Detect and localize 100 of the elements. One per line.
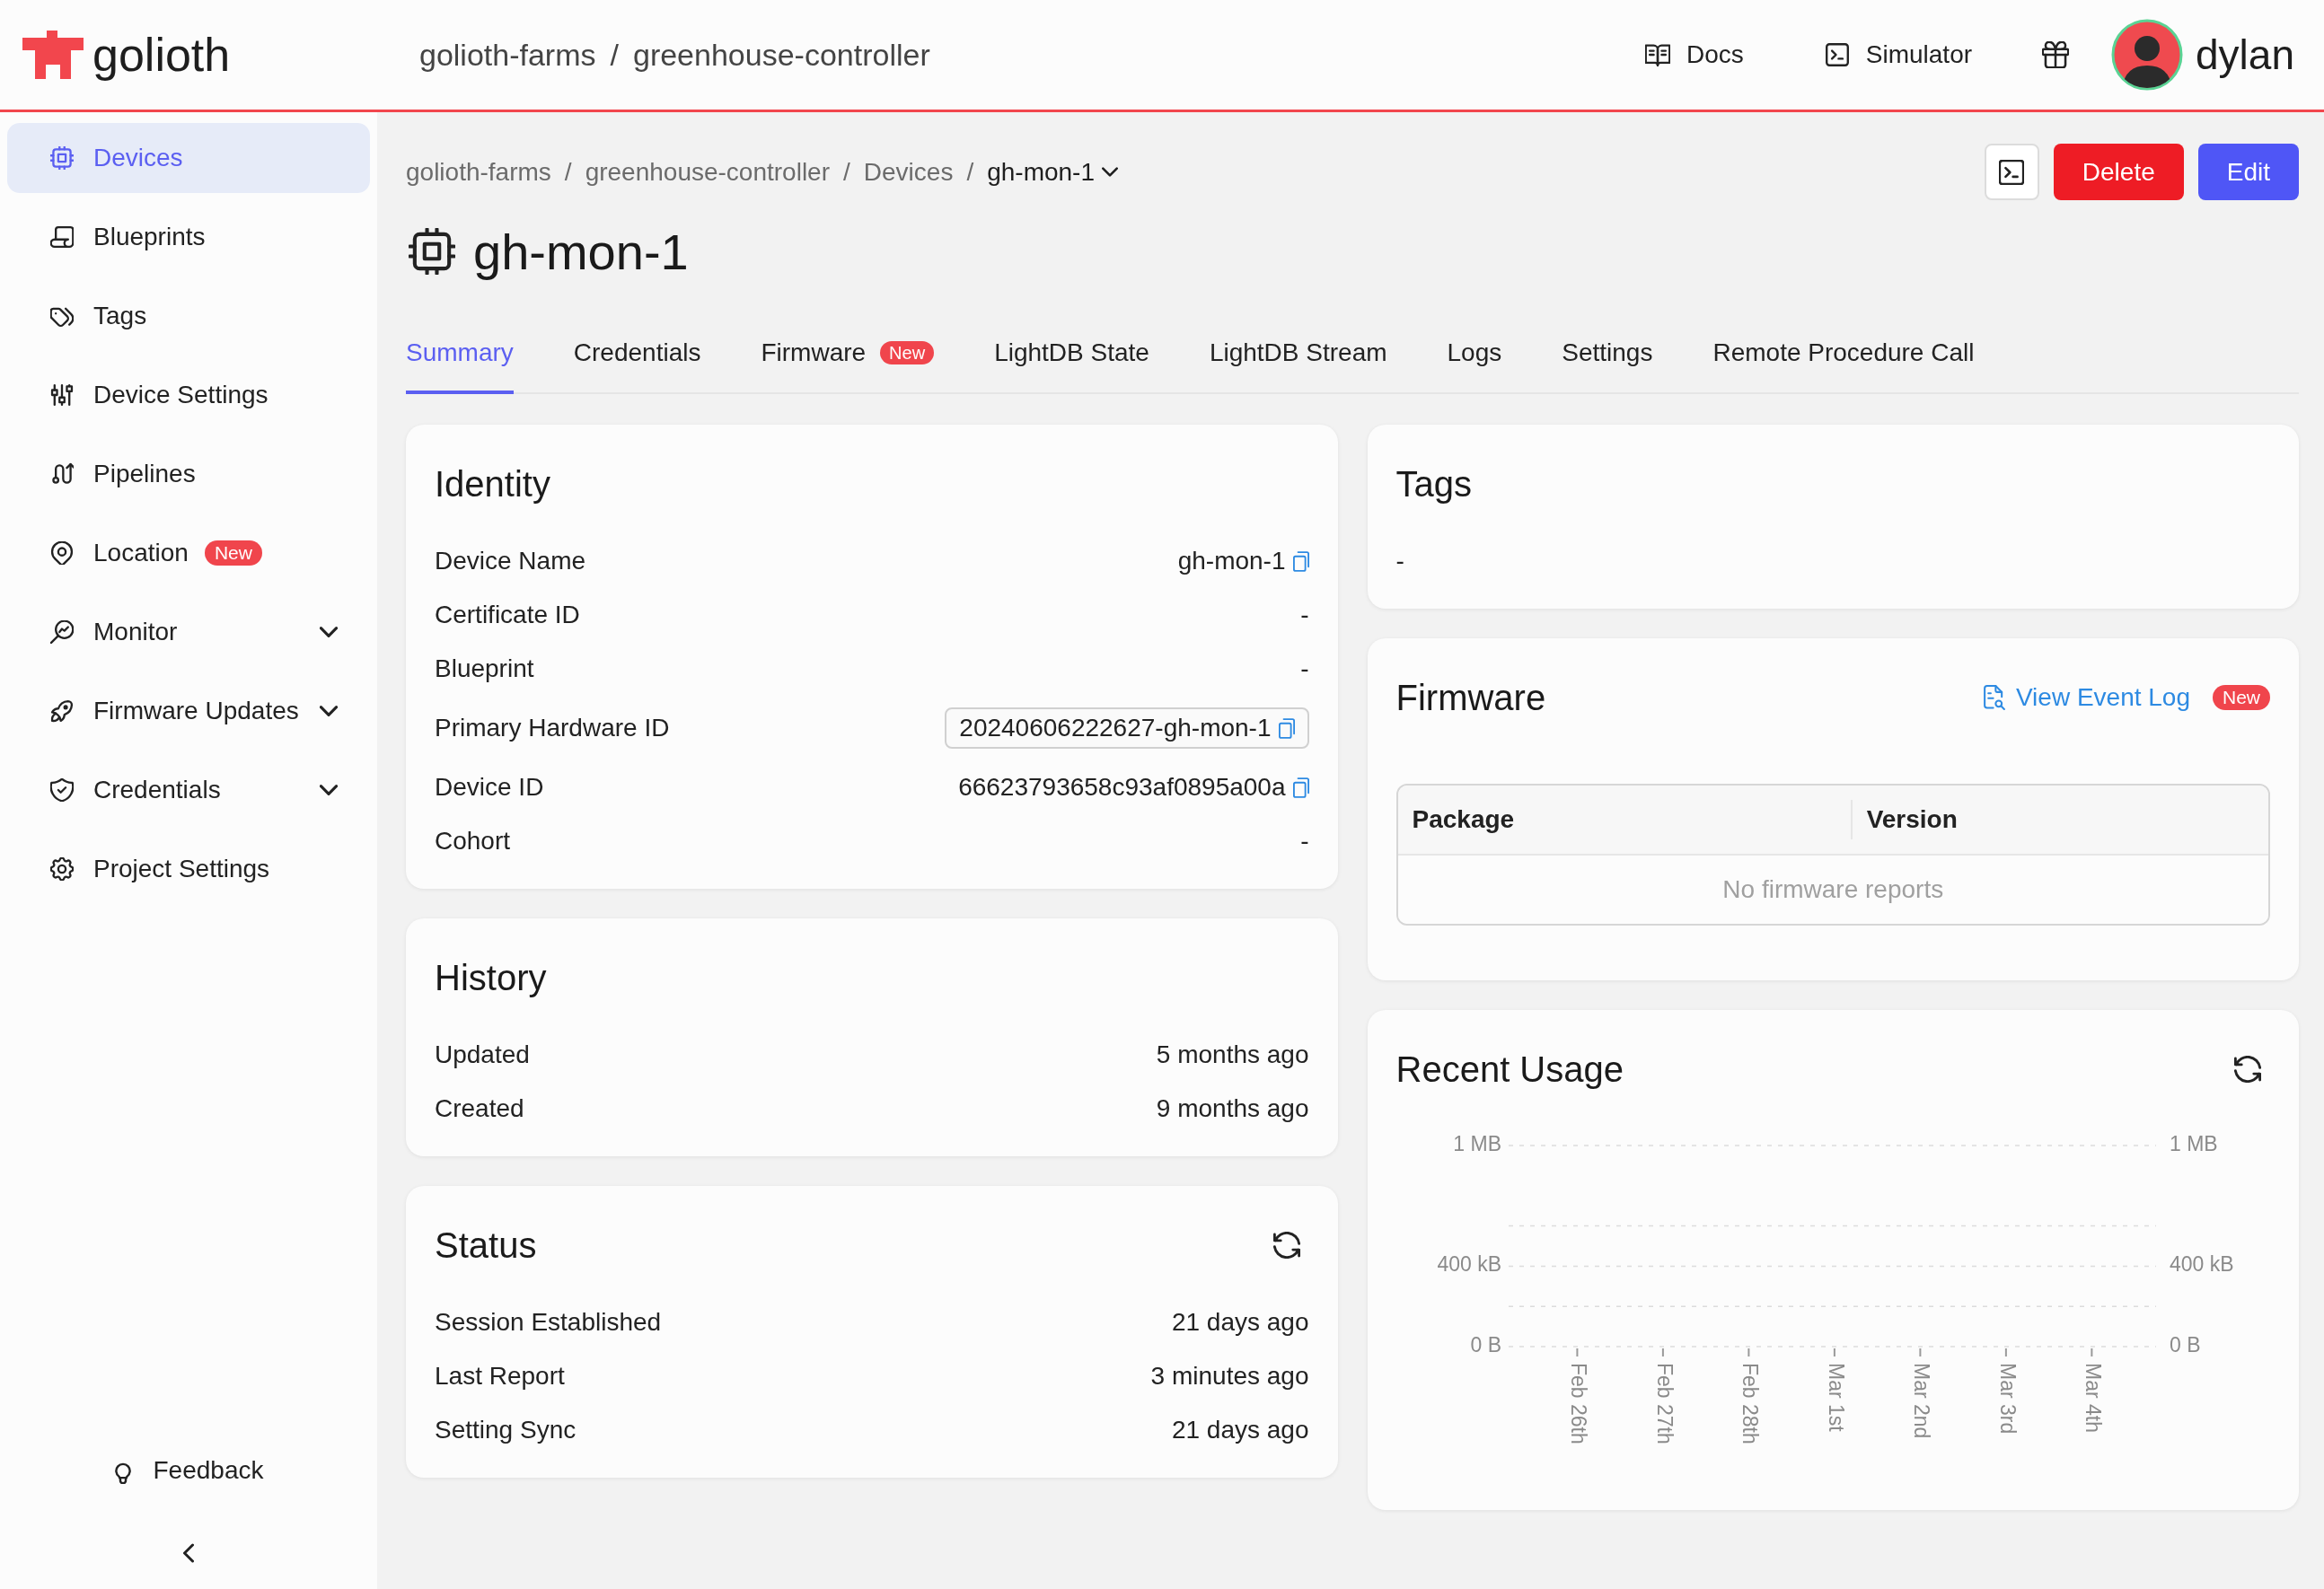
terminal-button[interactable] [1984, 144, 2039, 200]
field-label: Device Name [435, 547, 586, 575]
field-value: 20240606222627-gh-mon-1 [959, 714, 1272, 742]
x-axis-label: Feb 27th [1652, 1363, 1677, 1444]
sidebar-item[interactable]: Firmware Updates [7, 676, 370, 746]
field-label: Device ID [435, 773, 544, 802]
x-axis-label: Feb 28th [1738, 1363, 1762, 1444]
tab[interactable]: Firmware New [761, 337, 935, 394]
tab[interactable]: Summary [406, 337, 514, 394]
sidebar-item[interactable]: Devices [7, 123, 370, 193]
field-label: Certificate ID [435, 601, 580, 629]
nav-link[interactable]: Simulator [1824, 40, 1973, 69]
chip-icon [409, 228, 455, 275]
field-value: - [1300, 601, 1309, 629]
sidebar-item[interactable]: Project Settings [7, 834, 370, 904]
tab[interactable]: Logs [1447, 337, 1502, 394]
field-label: Updated [435, 1040, 530, 1069]
sidebar-item[interactable]: Device Settings [7, 360, 370, 430]
collapse-sidebar-icon[interactable] [183, 1543, 194, 1563]
chevron-down-icon [1102, 167, 1118, 177]
tick-mark [2090, 1348, 2092, 1357]
breadcrumb-link[interactable]: golioth-farms [419, 37, 596, 73]
device-title: gh-mon-1 [473, 222, 689, 281]
gift-icon[interactable] [2042, 41, 2070, 68]
refresh-icon[interactable] [2234, 1056, 2261, 1083]
field-label: Cohort [435, 827, 511, 856]
logo-wordmark: golioth [92, 28, 231, 82]
copy-icon[interactable] [1292, 550, 1309, 572]
y-axis-label: 0 B [1469, 1333, 1501, 1357]
empty-message: No firmware reports [1722, 875, 1944, 904]
tick-mark [1575, 1348, 1578, 1357]
logo-icon [22, 31, 84, 79]
sliders-icon [50, 383, 74, 407]
new-badge: New [204, 540, 262, 566]
card-title: Recent Usage [1395, 1049, 1624, 1090]
breadcrumb-separator: / [564, 157, 572, 187]
y-axis-label: 1 MB [1452, 1132, 1501, 1156]
terminal-icon [1824, 42, 1850, 67]
chevron-down-icon[interactable] [320, 785, 338, 795]
field-label: Created [435, 1094, 524, 1123]
field-label: Session Established [435, 1308, 662, 1337]
delete-button[interactable]: Delete [2053, 144, 2184, 200]
tab[interactable]: LightDB Stream [1209, 337, 1387, 394]
breadcrumb-separator: / [966, 157, 974, 187]
copy-icon[interactable] [1278, 717, 1295, 739]
y-axis-label: 1 MB [2169, 1132, 2218, 1156]
breadcrumb-link[interactable]: golioth-farms [406, 157, 551, 187]
column-header: Version [1850, 800, 1972, 839]
feedback-link[interactable]: Feedback [113, 1444, 264, 1497]
device-dropdown[interactable]: gh-mon-1 [987, 157, 1118, 187]
column-header: Package [1411, 804, 1516, 835]
settings-icon [50, 857, 74, 881]
x-axis-label: Mar 3rd [1995, 1363, 2020, 1435]
card-title: Identity [435, 463, 550, 505]
sidebar-item[interactable]: Location New [7, 518, 370, 588]
tick-mark [1747, 1348, 1749, 1357]
rocket-icon [50, 699, 74, 723]
breadcrumb-separator: / [610, 37, 619, 73]
field-value: - [1300, 654, 1309, 683]
tick-mark [1918, 1348, 1921, 1357]
chip-icon [50, 146, 74, 170]
tick-mark [1833, 1348, 1835, 1357]
breadcrumb-link[interactable]: greenhouse-controller [632, 37, 930, 73]
chevron-down-icon[interactable] [320, 627, 338, 637]
sidebar-item[interactable]: Credentials [7, 755, 370, 825]
copy-icon[interactable] [1292, 777, 1309, 798]
avatar-icon[interactable] [2111, 19, 2184, 91]
book-icon [1644, 42, 1670, 67]
field-value: 9 months ago [1156, 1094, 1309, 1123]
field-value: 66623793658c93af0895a00a [958, 773, 1286, 802]
sidebar-item[interactable]: Monitor [7, 597, 370, 667]
tab[interactable]: Settings [1562, 337, 1653, 394]
field-value: 5 months ago [1156, 1040, 1309, 1069]
magnifier-icon [50, 620, 74, 644]
field-label: Last Report [435, 1362, 565, 1391]
x-axis-label: Mar 1st [1824, 1363, 1848, 1432]
document-search-icon [1983, 685, 2005, 710]
nav-link[interactable]: Docs [1644, 40, 1744, 69]
sidebar-item[interactable]: Pipelines [7, 439, 370, 509]
map-pin-icon [50, 541, 74, 565]
breadcrumb-link[interactable]: Devices [863, 157, 954, 187]
view-event-log-link[interactable]: View Event Log [1983, 683, 2190, 712]
field-label: Blueprint [435, 654, 534, 683]
x-axis-label: Feb 26th [1566, 1363, 1590, 1444]
tab[interactable]: Remote Procedure Call [1712, 337, 1975, 394]
breadcrumb-link[interactable]: greenhouse-controller [585, 157, 830, 187]
route-icon [50, 462, 74, 486]
x-axis-label: Mar 2nd [1909, 1363, 1933, 1439]
sidebar-item[interactable]: Blueprints [7, 202, 370, 272]
chevron-down-icon[interactable] [320, 706, 338, 716]
user-name[interactable]: dylan [2196, 31, 2294, 79]
card-title: Firmware [1395, 677, 1546, 718]
new-badge: New [880, 341, 935, 364]
tab[interactable]: Credentials [573, 337, 701, 394]
refresh-icon[interactable] [1272, 1232, 1300, 1259]
shield-check-icon [50, 778, 74, 802]
field-value: gh-mon-1 [1177, 547, 1286, 575]
edit-button[interactable]: Edit [2197, 144, 2299, 200]
sidebar-item[interactable]: Tags [7, 281, 370, 351]
tab[interactable]: LightDB State [994, 337, 1149, 394]
